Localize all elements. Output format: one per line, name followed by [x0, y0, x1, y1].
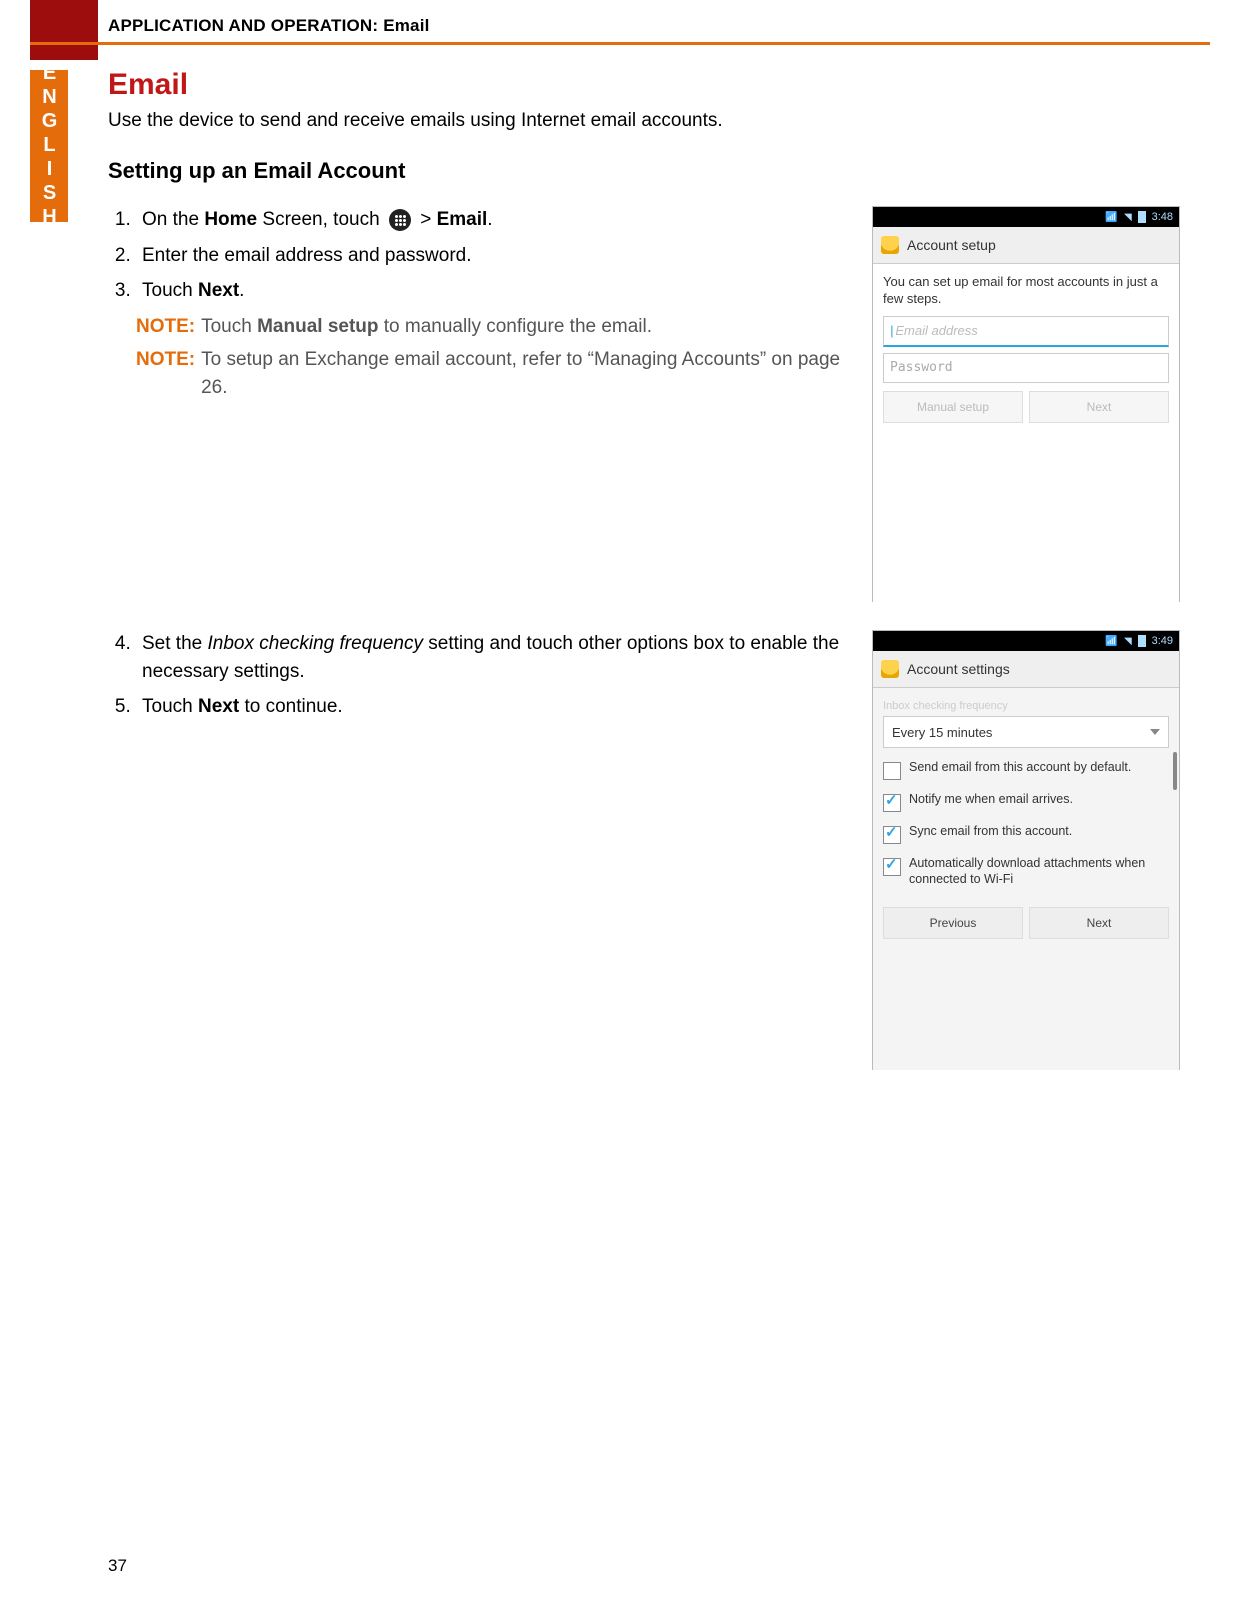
step5-next: Next	[198, 696, 239, 717]
note-1: NOTE: Touch Manual setup to manually con…	[136, 313, 854, 341]
phone1-email-input[interactable]: | Email address	[883, 316, 1169, 347]
phone-screenshot-settings: 3:49 Account settings Inbox checking fre…	[872, 630, 1180, 1070]
phone2-option-default[interactable]: Send email from this account by default.	[883, 754, 1169, 786]
signal-icon	[1124, 635, 1132, 647]
note1-label: NOTE:	[136, 313, 195, 341]
step5-post: to continue.	[239, 696, 343, 717]
block-setup: On the Home Screen, touch > Email.	[108, 206, 1180, 602]
note1-body: Touch Manual setup to manually configure…	[201, 313, 652, 341]
header-rule	[30, 42, 1210, 45]
phone2-next-button[interactable]: Next	[1029, 907, 1169, 939]
phone1-bar-title: Account setup	[907, 237, 996, 253]
checkbox-unchecked-icon	[883, 762, 901, 780]
phone2-opt1-label: Send email from this account by default.	[909, 760, 1131, 776]
phone2-bar-title: Account settings	[907, 661, 1010, 677]
note1-post: to manually configure the email.	[379, 316, 653, 337]
language-tab: ENGLISH	[30, 70, 68, 222]
email-shield-icon	[881, 660, 899, 678]
page-running-header: APPLICATION AND OPERATION: Email	[108, 16, 430, 36]
note1-pre: Touch	[201, 316, 257, 337]
phone1-status-bar: 3:48	[873, 207, 1179, 227]
step5-pre: Touch	[142, 696, 198, 717]
phone1-manual-setup-button[interactable]: Manual setup	[883, 391, 1023, 423]
phone2-option-sync[interactable]: Sync email from this account.	[883, 818, 1169, 850]
battery-icon	[1138, 211, 1146, 223]
block-settings: Set the Inbox checking frequency setting…	[108, 630, 1180, 1070]
wifi-icon	[1105, 211, 1117, 223]
step-3: Touch Next.	[136, 277, 854, 305]
note2-body: To setup an Exchange email account, refe…	[201, 346, 854, 401]
step-5: Touch Next to continue.	[136, 693, 854, 721]
phone1-app-bar: Account setup	[873, 227, 1179, 264]
step1-email: Email	[437, 209, 488, 230]
checkbox-checked-icon	[883, 794, 901, 812]
content-area: Email Use the device to send and receive…	[108, 62, 1180, 1098]
email-shield-icon	[881, 236, 899, 254]
step-2: Enter the email address and password.	[136, 242, 854, 270]
phone2-opt3-label: Sync email from this account.	[909, 824, 1072, 840]
step1-pre: On the	[142, 209, 204, 230]
phone2-app-bar: Account settings	[873, 651, 1179, 688]
step4-ital: Inbox checking frequency	[208, 633, 423, 654]
section-heading: Setting up an Email Account	[108, 158, 1180, 184]
phone2-option-autodl[interactable]: Automatically download attachments when …	[883, 850, 1169, 893]
note-2: NOTE: To setup an Exchange email account…	[136, 346, 854, 401]
checkbox-checked-icon	[883, 826, 901, 844]
phone2-button-row: Previous Next	[883, 907, 1169, 939]
phone2-status-bar: 3:49	[873, 631, 1179, 651]
step1-end: .	[487, 209, 492, 230]
phone2-section-label: Inbox checking frequency	[883, 700, 1169, 712]
phone1-body: You can set up email for most accounts i…	[873, 264, 1179, 602]
note2-label: NOTE:	[136, 346, 195, 401]
step3-next: Next	[198, 280, 239, 301]
intro-text: Use the device to send and receive email…	[108, 110, 1180, 132]
phone2-frequency-dropdown[interactable]: Every 15 minutes	[883, 716, 1169, 748]
step-1: On the Home Screen, touch > Email.	[136, 206, 854, 234]
phone2-previous-button[interactable]: Previous	[883, 907, 1023, 939]
header-accent-box	[30, 0, 98, 60]
step1-mid: Screen, touch	[257, 209, 385, 230]
phone1-next-button[interactable]: Next	[1029, 391, 1169, 423]
apps-icon	[389, 209, 411, 231]
phone1-message: You can set up email for most accounts i…	[883, 274, 1169, 308]
cursor: |	[890, 323, 893, 338]
phone1-time: 3:48	[1152, 211, 1173, 223]
phone1-email-placeholder: Email address	[895, 323, 977, 338]
phone1-button-row: Manual setup Next	[883, 391, 1169, 423]
phone2-opt2-label: Notify me when email arrives.	[909, 792, 1073, 808]
signal-icon	[1124, 211, 1132, 223]
settings-steps: Set the Inbox checking frequency setting…	[108, 630, 854, 729]
step1-gt: >	[420, 209, 436, 230]
wifi-icon	[1105, 635, 1117, 647]
phone2-body: Inbox checking frequency Every 15 minute…	[873, 688, 1179, 1070]
setup-steps: On the Home Screen, touch > Email.	[108, 206, 854, 407]
phone2-option-notify[interactable]: Notify me when email arrives.	[883, 786, 1169, 818]
battery-icon	[1138, 635, 1146, 647]
phone-screenshot-setup: 3:48 Account setup You can set up email …	[872, 206, 1180, 602]
scrollbar-thumb[interactable]	[1173, 752, 1177, 790]
page-title: Email	[108, 68, 1180, 102]
phone2-opt4-label: Automatically download attachments when …	[909, 856, 1169, 887]
chevron-down-icon	[1150, 729, 1160, 735]
note1-manual: Manual setup	[257, 316, 378, 337]
step3-end: .	[239, 280, 244, 301]
step3-pre: Touch	[142, 280, 198, 301]
phone2-time: 3:49	[1152, 635, 1173, 647]
phone1-password-input[interactable]: Password	[883, 353, 1169, 383]
step-4: Set the Inbox checking frequency setting…	[136, 630, 854, 685]
checkbox-checked-icon	[883, 858, 901, 876]
step4-pre: Set the	[142, 633, 208, 654]
step1-home: Home	[204, 209, 257, 230]
phone2-dropdown-value: Every 15 minutes	[892, 725, 992, 740]
page-number: 37	[108, 1556, 127, 1576]
